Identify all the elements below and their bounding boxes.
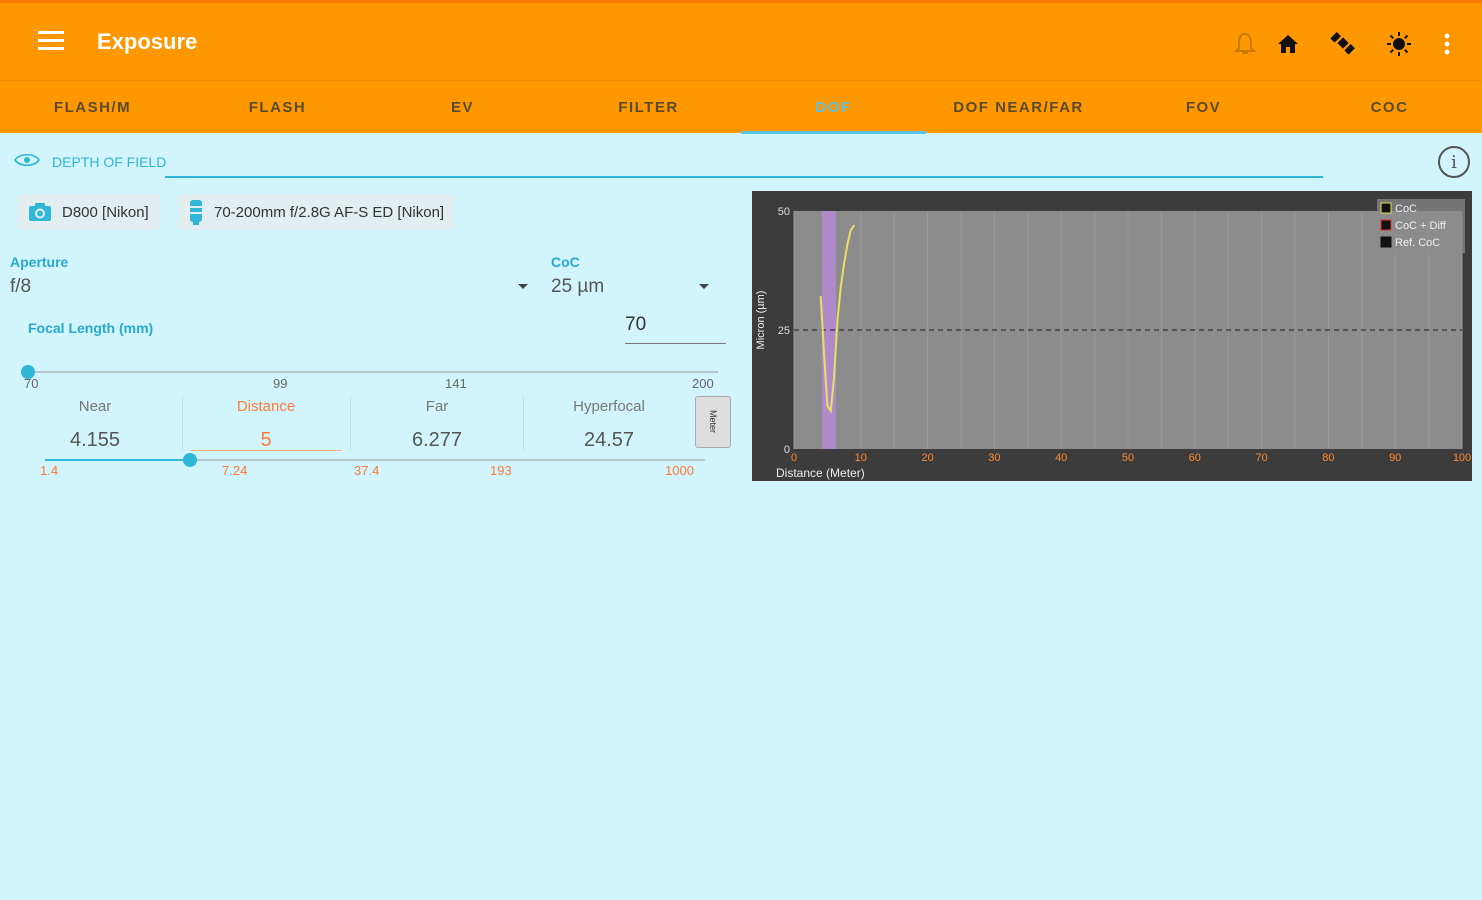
- chart-point: [839, 286, 842, 288]
- chart-x-label: Distance (Meter): [776, 466, 865, 480]
- app-bar: Exposure: [0, 0, 1482, 80]
- eye-icon: [14, 152, 40, 173]
- far-column: Far 6.277: [352, 394, 522, 454]
- far-label: Far: [425, 398, 449, 415]
- lens-name: 70-200mm f/2.8G AF-S ED [Nikon]: [214, 203, 445, 221]
- column-divider: [523, 396, 524, 450]
- chart-x-tick: 70: [1255, 452, 1267, 464]
- section-divider: [165, 176, 1323, 178]
- distance-value[interactable]: 5: [184, 429, 348, 452]
- chart-x-tick: 60: [1189, 452, 1201, 464]
- tab-filter[interactable]: FILTER: [556, 81, 741, 134]
- bell-icon[interactable]: [1230, 29, 1260, 59]
- near-label: Near: [78, 398, 112, 415]
- camera-chip[interactable]: D800 [Nikon]: [18, 194, 159, 230]
- hamburger-menu-icon[interactable]: [38, 31, 64, 53]
- chart-y-tick: 25: [778, 325, 790, 337]
- unit-toggle-button[interactable]: Meter: [695, 396, 731, 448]
- chart-legend-swatch: [1380, 219, 1392, 231]
- brightness-icon[interactable]: [1384, 29, 1414, 59]
- aperture-label: Aperture: [10, 254, 69, 270]
- focal-tick: 70: [24, 376, 39, 391]
- column-divider: [350, 396, 351, 450]
- near-column: Near 4.155: [10, 394, 180, 454]
- focal-length-input[interactable]: 70: [625, 314, 726, 344]
- coc-dropdown-icon[interactable]: [699, 284, 709, 289]
- chart-x-tick: 50: [1122, 452, 1134, 464]
- app-title: Exposure: [97, 29, 198, 54]
- aperture-dropdown-icon[interactable]: [518, 284, 528, 289]
- focal-slider-track[interactable]: [28, 371, 718, 373]
- chart-point: [849, 229, 852, 231]
- hyperfocal-label: Hyperfocal: [573, 398, 645, 415]
- distance-tick: 37.4: [354, 463, 380, 478]
- info-icon[interactable]: i: [1438, 146, 1470, 178]
- tab-fov[interactable]: FOV: [1111, 81, 1296, 134]
- tab-coc[interactable]: COC: [1297, 81, 1482, 134]
- chart-point: [843, 262, 845, 265]
- focal-tick: 141: [445, 376, 467, 391]
- tab-flash[interactable]: FLASH: [185, 81, 370, 134]
- coc-select[interactable]: 25 µm: [551, 276, 604, 298]
- chart-point: [829, 410, 832, 412]
- distance-tick: 1000: [665, 463, 694, 478]
- camera-name: D800 [Nikon]: [62, 203, 149, 221]
- home-icon[interactable]: [1273, 29, 1303, 59]
- hyperfocal-column: Hyperfocal 24.57: [525, 394, 693, 454]
- more-vert-icon[interactable]: [1432, 29, 1462, 59]
- distance-label: Distance: [236, 398, 296, 415]
- focal-length-label: Focal Length (mm): [28, 320, 154, 336]
- dof-chart: 0 10 20 30 40 50 60 70 80 90 100 0 25 50 Distance (Met…: [752, 191, 1472, 481]
- distance-slider-fill: [45, 459, 191, 461]
- lens-chip[interactable]: 70-200mm f/2.8G AF-S ED [Nikon]: [178, 194, 455, 230]
- focal-tick: 200: [692, 376, 714, 391]
- chart-point: [836, 319, 839, 322]
- chart-point: [853, 224, 855, 227]
- chart-legend-label: CoC + Diff: [1395, 220, 1447, 232]
- distance-tick: 193: [490, 463, 512, 478]
- coc-label: CoC: [551, 254, 580, 270]
- distance-tick: 7.24: [222, 463, 248, 478]
- chart-point: [826, 405, 829, 407]
- chart-y-tick: 0: [784, 444, 790, 456]
- tab-dof-near-far[interactable]: DOF NEAR/FAR: [926, 81, 1111, 134]
- lens-icon: [188, 199, 204, 225]
- chart-y-label: Micron (µm): [755, 291, 767, 350]
- chart-x-tick: 90: [1389, 452, 1401, 464]
- chart-point: [846, 243, 849, 246]
- column-divider: [182, 396, 183, 450]
- chart-x-tick: 10: [855, 452, 867, 464]
- chart-point: [819, 295, 822, 298]
- far-value: 6.277: [411, 429, 463, 451]
- chart-y-tick: 50: [778, 206, 790, 218]
- section-title: DEPTH OF FIELD: [52, 154, 167, 170]
- chart-legend-label: CoC: [1395, 203, 1417, 215]
- chart-legend-swatch: [1380, 202, 1392, 214]
- chart-legend-swatch: [1380, 236, 1392, 248]
- chart-x-tick: 40: [1055, 452, 1067, 464]
- chart-x-tick: 20: [921, 452, 933, 464]
- chart-x-tick: 0: [791, 452, 797, 464]
- tab-dof[interactable]: DOF: [741, 81, 926, 134]
- distance-column[interactable]: Distance 5: [184, 394, 348, 454]
- distance-underline: [190, 450, 342, 451]
- satellite-icon[interactable]: [1328, 29, 1358, 59]
- chart-point: [833, 376, 835, 379]
- focal-tick: 99: [273, 376, 288, 391]
- dof-chart-svg: 0 10 20 30 40 50 60 70 80 90 100 0 25 50 Distance (Met…: [752, 191, 1472, 481]
- chart-x-tick: 100: [1453, 452, 1471, 464]
- chart-x-tick: 80: [1322, 452, 1334, 464]
- tab-flash-m[interactable]: FLASH/M: [0, 81, 185, 134]
- distance-tick: 1.4: [40, 463, 59, 478]
- distance-slider-thumb[interactable]: [183, 453, 198, 467]
- tab-bar: FLASH/M FLASH EV FILTER DOF DOF NEAR/FAR…: [0, 80, 1482, 134]
- hyperfocal-value: 24.57: [583, 429, 635, 451]
- tab-ev[interactable]: EV: [370, 81, 555, 134]
- chart-point: [823, 353, 825, 355]
- camera-icon: [28, 202, 52, 222]
- near-value: 4.155: [69, 429, 121, 451]
- chart-x-tick: 30: [988, 452, 1000, 464]
- chart-legend-label: Ref. CoC: [1395, 237, 1440, 249]
- aperture-select[interactable]: f/8: [10, 276, 31, 298]
